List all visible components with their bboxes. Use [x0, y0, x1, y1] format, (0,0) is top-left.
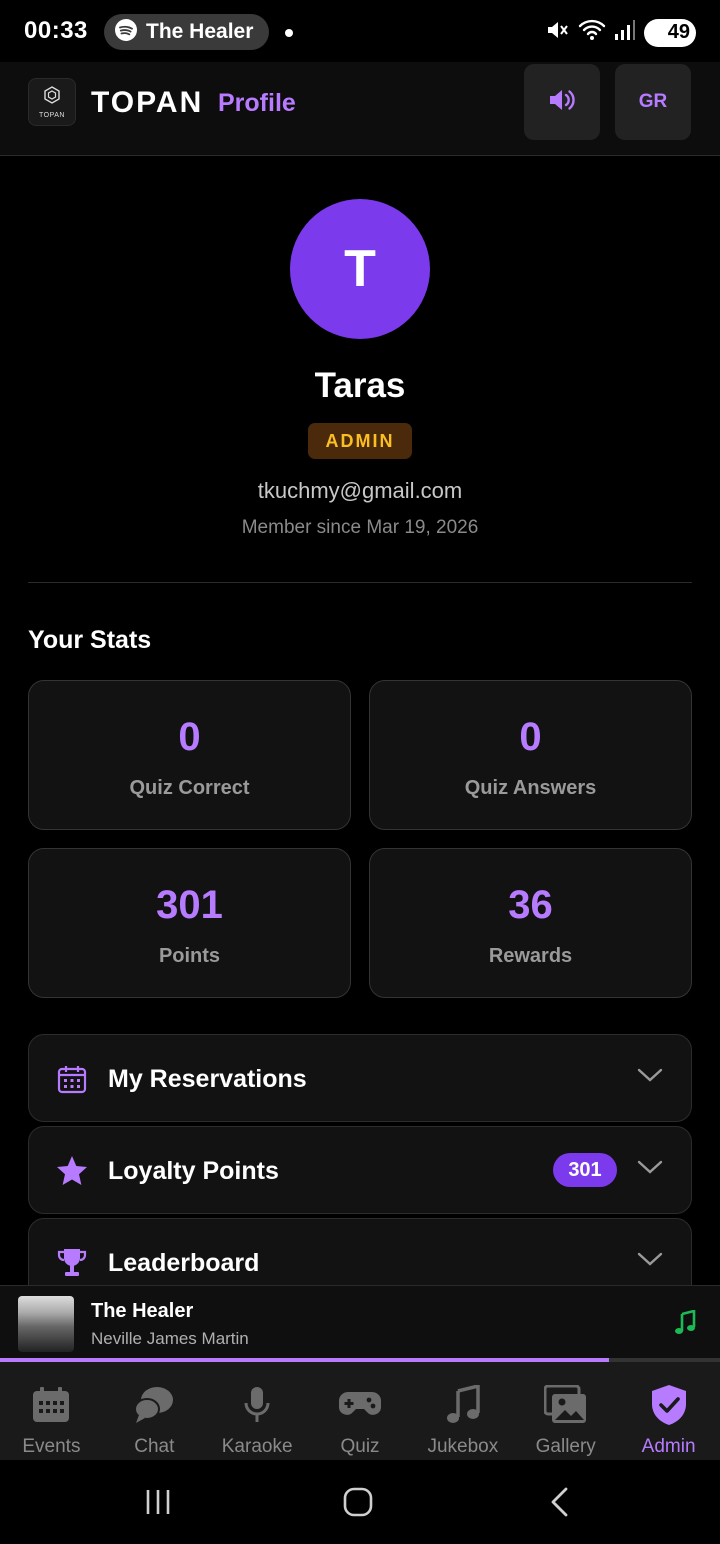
notification-dot — [285, 29, 293, 37]
language-button[interactable]: GR — [615, 64, 691, 140]
calendar-icon — [55, 1062, 89, 1096]
tab-karaoke[interactable]: Karaoke — [206, 1362, 309, 1460]
recent-apps-icon[interactable] — [138, 1482, 178, 1522]
tab-admin[interactable]: Admin — [617, 1362, 720, 1460]
user-name: Taras — [314, 366, 406, 405]
tab-gallery[interactable]: Gallery — [514, 1362, 617, 1460]
signal-icon — [614, 19, 636, 46]
tab-events[interactable]: Events — [0, 1362, 103, 1460]
trophy-icon — [55, 1246, 89, 1280]
user-email: tkuchmy@gmail.com — [257, 478, 463, 503]
status-bar: 00:33 The Healer 49 — [0, 0, 720, 62]
stat-value: 0 — [178, 715, 201, 759]
now-playing-bar[interactable]: The Healer Neville James Martin — [0, 1285, 720, 1361]
accordion-label: My Reservations — [108, 1065, 307, 1093]
gamepad-icon — [338, 1384, 382, 1426]
stat-label: Quiz Answers — [464, 777, 597, 799]
shield-check-icon — [647, 1384, 691, 1426]
logo-text: TOPAN — [39, 112, 65, 119]
system-navigation-bar — [0, 1460, 720, 1544]
status-icons: 49 — [544, 17, 696, 48]
tab-label: Jukebox — [427, 1436, 499, 1457]
tab-label: Karaoke — [221, 1436, 293, 1457]
sound-toggle-button[interactable] — [524, 64, 600, 140]
tab-label: Events — [22, 1436, 81, 1457]
calendar-grid-icon — [29, 1384, 73, 1426]
tab-label: Admin — [641, 1436, 696, 1457]
tab-label: Gallery — [535, 1436, 596, 1457]
app-logo[interactable]: TOPAN — [28, 78, 76, 126]
music-note-icon[interactable] — [674, 1309, 696, 1341]
divider — [28, 582, 692, 583]
avatar: T — [290, 199, 430, 339]
brand-name: TOPAN — [91, 86, 204, 119]
tab-label: Chat — [134, 1436, 175, 1457]
home-icon[interactable] — [338, 1482, 378, 1522]
chevron-down-icon — [637, 1159, 663, 1180]
spotify-icon — [114, 18, 138, 47]
speaker-icon — [547, 87, 577, 118]
media-pill[interactable]: The Healer — [104, 14, 270, 50]
music-note-icon — [441, 1384, 485, 1426]
chevron-down-icon — [637, 1251, 663, 1272]
cube-logo-icon — [42, 85, 62, 110]
stat-label: Rewards — [488, 945, 573, 967]
stat-value: 301 — [156, 883, 223, 927]
loyalty-points-badge: 301 — [553, 1153, 617, 1187]
tab-quiz[interactable]: Quiz — [309, 1362, 412, 1460]
chevron-down-icon — [637, 1067, 663, 1088]
accordion-my-reservations[interactable]: My Reservations — [28, 1034, 692, 1122]
stat-card-points: 301 Points — [28, 848, 351, 998]
tab-label: Quiz — [340, 1436, 380, 1457]
status-time: 00:33 — [24, 17, 88, 44]
member-since: Member since Mar 19, 2026 — [241, 517, 479, 538]
media-pill-title: The Healer — [146, 20, 254, 43]
page-title: Profile — [218, 89, 296, 117]
accordion-label: Leaderboard — [108, 1249, 260, 1277]
stat-value: 0 — [519, 715, 542, 759]
stat-card-quiz-answers: 0 Quiz Answers — [369, 680, 692, 830]
accordion-label: Loyalty Points — [108, 1157, 279, 1185]
tab-jukebox[interactable]: Jukebox — [411, 1362, 514, 1460]
stat-label: Points — [158, 945, 221, 967]
stat-card-rewards: 36 Rewards — [369, 848, 692, 998]
now-playing-artist: Neville James Martin — [91, 1329, 249, 1348]
microphone-icon — [235, 1384, 279, 1426]
stat-value: 36 — [508, 883, 553, 927]
stat-card-quiz-correct: 0 Quiz Correct — [28, 680, 351, 830]
album-art — [18, 1296, 74, 1352]
role-badge: ADMIN — [308, 423, 412, 459]
bottom-tab-bar: Events Chat Karaoke Quiz Jukebox Gallery — [0, 1362, 720, 1460]
wifi-icon — [578, 18, 606, 47]
accordion-loyalty-points[interactable]: Loyalty Points 301 — [28, 1126, 692, 1214]
stat-label: Quiz Correct — [129, 777, 250, 799]
tab-chat[interactable]: Chat — [103, 1362, 206, 1460]
mute-icon — [544, 17, 570, 48]
star-icon — [55, 1154, 89, 1188]
chat-bubbles-icon — [132, 1384, 176, 1426]
now-playing-title: The Healer — [91, 1300, 194, 1322]
images-icon — [543, 1384, 588, 1426]
back-icon[interactable] — [540, 1482, 580, 1522]
battery-indicator: 49 — [644, 18, 696, 47]
stats-title: Your Stats — [28, 626, 152, 654]
app-header: TOPAN TOPAN Profile GR — [0, 62, 720, 156]
